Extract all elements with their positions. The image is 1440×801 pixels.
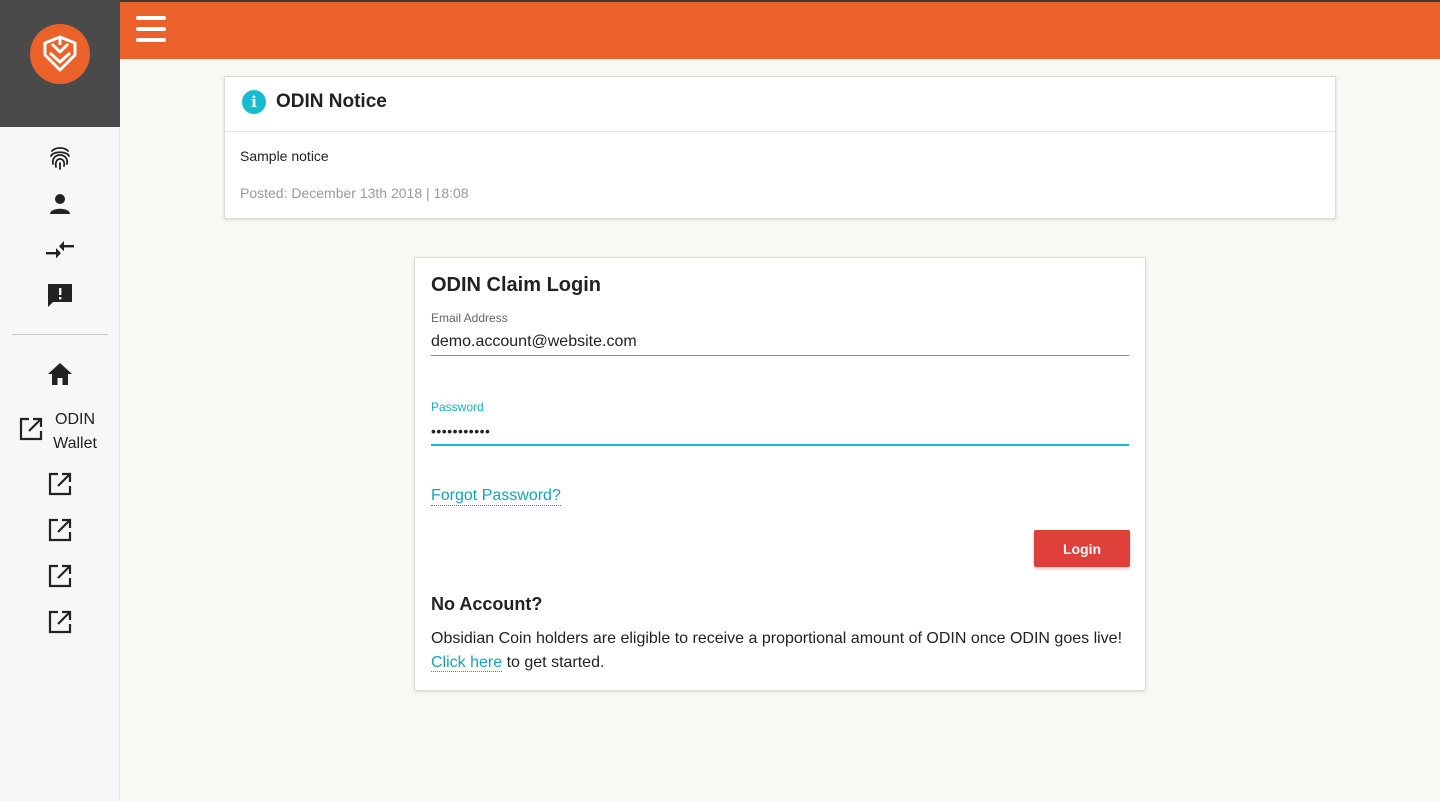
swap-arrows-icon[interactable] bbox=[0, 235, 120, 265]
external-link-icon[interactable] bbox=[0, 607, 120, 637]
notice-card: i ODIN Notice Sample notice Posted: Dece… bbox=[224, 76, 1336, 219]
odin-logo[interactable] bbox=[30, 24, 90, 84]
sidebar-divider bbox=[12, 334, 108, 335]
feedback-icon[interactable] bbox=[0, 280, 120, 310]
password-field[interactable] bbox=[431, 420, 1129, 442]
notice-header: i ODIN Notice bbox=[225, 77, 1335, 132]
sidebar-item-odin-wallet[interactable]: ODIN Wallet bbox=[0, 405, 120, 455]
wallet-label: ODIN Wallet bbox=[50, 408, 100, 456]
external-link-icon bbox=[18, 416, 44, 447]
login-title: ODIN Claim Login bbox=[431, 274, 601, 296]
click-here-link[interactable]: Click here bbox=[431, 654, 503, 672]
no-account-text-before: Obsidian Coin holders are eligible to re… bbox=[431, 630, 1123, 647]
no-account-text-after: to get started. bbox=[502, 654, 605, 671]
notice-posted-date: Posted: December 13th 2018 | 18:08 bbox=[240, 185, 469, 201]
external-link-icon[interactable] bbox=[0, 561, 120, 591]
no-account-text: Obsidian Coin holders are eligible to re… bbox=[431, 627, 1131, 675]
top-bar bbox=[120, 0, 1440, 59]
person-icon[interactable] bbox=[0, 189, 120, 219]
info-icon: i bbox=[242, 90, 266, 114]
login-button[interactable]: Login bbox=[1034, 530, 1130, 567]
sidebar: ODIN Wallet bbox=[0, 0, 120, 801]
external-link-icon[interactable] bbox=[0, 469, 120, 499]
fingerprint-icon[interactable] bbox=[0, 143, 120, 173]
hamburger-menu-icon[interactable] bbox=[136, 16, 166, 44]
wallet-label-line2: Wallet bbox=[53, 435, 97, 452]
login-card: ODIN Claim Login Email Address Password … bbox=[414, 257, 1146, 691]
logo-area bbox=[0, 0, 120, 127]
email-field[interactable] bbox=[431, 331, 1129, 353]
wallet-label-line1: ODIN bbox=[55, 411, 95, 428]
home-icon[interactable] bbox=[0, 359, 120, 389]
notice-title: ODIN Notice bbox=[276, 91, 387, 112]
email-label: Email Address bbox=[431, 311, 508, 325]
password-label: Password bbox=[431, 400, 484, 414]
shield-logo-icon bbox=[43, 35, 77, 72]
forgot-password-link[interactable]: Forgot Password? bbox=[431, 486, 561, 506]
external-link-icon[interactable] bbox=[0, 515, 120, 545]
password-underline bbox=[431, 444, 1129, 446]
notice-body: Sample notice bbox=[240, 148, 329, 164]
no-account-title: No Account? bbox=[431, 594, 543, 614]
email-underline bbox=[431, 355, 1129, 356]
